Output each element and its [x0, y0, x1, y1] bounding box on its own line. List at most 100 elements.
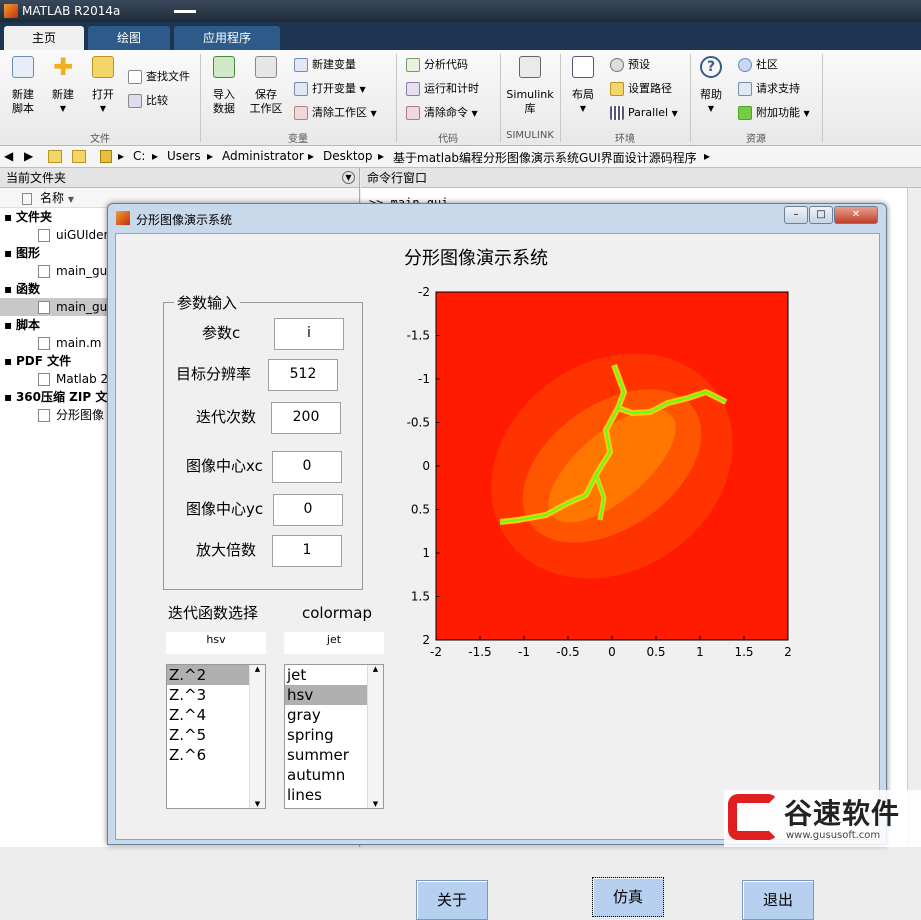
iter-func-listbox[interactable]: Z.^2 Z.^3 Z.^4 Z.^5 Z.^6 ▲ ▼ [166, 664, 266, 809]
new-button[interactable]: ✚ 新建 ▼ [46, 55, 80, 116]
command-window-scrollbar[interactable] [907, 188, 921, 847]
list-item[interactable]: Z.^2 [167, 665, 250, 685]
breadcrumb-separator: ▸ [378, 149, 385, 163]
tab-home[interactable]: 主页 [4, 26, 84, 50]
minimize-icon[interactable]: – [784, 206, 808, 224]
breadcrumb-item[interactable]: Administrator [222, 149, 304, 163]
list-item[interactable]: Z.^5 [167, 725, 250, 745]
minimize-icon[interactable] [174, 10, 196, 13]
tree-file-label: main.m [56, 336, 102, 350]
watermark: 谷速软件 www.gususoft.com [724, 790, 921, 847]
list-item[interactable]: spring [285, 725, 368, 745]
simulate-button[interactable]: 仿真 [592, 877, 664, 917]
run-and-time-button[interactable]: 运行和计时 [406, 80, 479, 98]
forward-icon[interactable]: ▶ [24, 149, 33, 163]
tree-group-label: 函数 [15, 282, 40, 296]
collapse-icon[interactable]: ▪ [4, 354, 16, 368]
collapse-icon[interactable]: ▪ [4, 246, 16, 260]
breadcrumb-separator: ▸ [118, 149, 125, 163]
new-script-button[interactable]: 新建 脚本 [6, 56, 40, 116]
new-variable-button[interactable]: 新建变量 [294, 56, 356, 74]
community-button[interactable]: 社区 [738, 56, 778, 74]
breadcrumb-separator: ▸ [207, 149, 214, 163]
x-tick-label: 0 [608, 645, 616, 659]
simulink-library-button[interactable]: Simulink 库 [504, 56, 556, 116]
open-button[interactable]: 打开 ▼ [86, 56, 120, 116]
breadcrumb-item[interactable]: Desktop [323, 149, 373, 163]
analyze-code-button[interactable]: 分析代码 [406, 56, 468, 74]
layout-icon [572, 56, 594, 78]
import-data-button[interactable]: 导入 数据 [206, 56, 242, 116]
set-path-button[interactable]: 设置路径 [610, 80, 672, 98]
add-ons-button[interactable]: 附加功能 ▼ [738, 104, 810, 122]
import-data-icon [213, 56, 235, 78]
param-input[interactable]: 1 [272, 535, 342, 567]
chevron-down-icon: ▼ [59, 104, 67, 113]
param-input[interactable]: 0 [273, 494, 343, 526]
list-item[interactable]: jet [285, 665, 368, 685]
param-label: 参数c [202, 324, 241, 342]
chevron-down-icon: ▼ [471, 109, 478, 118]
list-item[interactable]: summer [285, 745, 368, 765]
tab-plots[interactable]: 绘图 [88, 26, 170, 50]
open-variable-icon [294, 82, 308, 96]
tab-apps[interactable]: 应用程序 [174, 26, 280, 50]
breadcrumb-item[interactable]: 基于matlab编程分形图像演示系统GUI界面设计源码程序 [393, 149, 697, 166]
layout-button[interactable]: 布局 ▼ [566, 56, 600, 116]
clear-commands-button[interactable]: 清除命令 ▼ [406, 104, 478, 122]
exit-button[interactable]: 退出 [742, 880, 814, 920]
collapse-icon[interactable]: ▪ [4, 318, 16, 332]
param-input[interactable]: i [274, 318, 344, 350]
list-item[interactable]: lines [285, 785, 368, 805]
list-item[interactable]: gray [285, 705, 368, 725]
collapse-icon[interactable]: ▪ [4, 390, 16, 404]
browse-folder-icon[interactable] [72, 150, 86, 163]
clear-workspace-button[interactable]: 清除工作区 ▼ [294, 104, 377, 122]
param-input[interactable]: 200 [271, 402, 341, 434]
fractal-plot: -2 -1.5 -1 -0.5 0 0.5 1 1.5 2 -2 -1.5 -1 -0.5 0 0.5 1 1… [407, 285, 792, 659]
about-button[interactable]: 关于 [416, 880, 488, 920]
ribbon-toolstrip: 新建 脚本 ✚ 新建 ▼ 打开 ▼ 查找文件 比较 文件 导入 数据 保存 工作… [0, 50, 921, 146]
compare-button[interactable]: 比较 [128, 92, 168, 110]
maximize-icon[interactable]: □ [809, 206, 833, 224]
new-variable-icon [294, 58, 308, 72]
list-item[interactable]: Z.^4 [167, 705, 250, 725]
list-item[interactable]: hsv [285, 685, 368, 705]
y-tick-label: 2 [422, 633, 430, 647]
param-input[interactable]: 0 [272, 451, 342, 483]
collapse-icon[interactable]: ▪ [4, 210, 16, 224]
file-icon [38, 337, 50, 350]
preferences-button[interactable]: 预设 [610, 56, 650, 74]
group-divider [396, 54, 397, 142]
chevron-down-icon: ▼ [671, 109, 678, 118]
colormap-listbox[interactable]: jet hsv gray spring summer autumn lines ▲ ▼ [284, 664, 384, 809]
column-label: 名称 [40, 191, 65, 205]
find-files-button[interactable]: 查找文件 [128, 68, 190, 86]
up-folder-icon[interactable] [48, 150, 62, 163]
close-icon[interactable]: ✕ [834, 206, 878, 224]
listbox-scrollbar[interactable]: ▲ ▼ [367, 665, 383, 808]
listbox-scrollbar[interactable]: ▲ ▼ [249, 665, 265, 808]
analyze-code-icon [406, 58, 420, 72]
y-tick-label: -0.5 [407, 416, 430, 430]
parallel-button[interactable]: Parallel ▼ [610, 104, 678, 122]
group-divider [200, 54, 201, 142]
help-button[interactable]: ? 帮助 ▼ [696, 56, 726, 116]
compare-icon [128, 94, 142, 108]
file-icon [38, 373, 50, 386]
panel-menu-icon[interactable]: ▼ [342, 171, 355, 184]
list-item[interactable]: Z.^3 [167, 685, 250, 705]
tree-file-label: main_gui [56, 264, 111, 278]
breadcrumb-item[interactable]: C: [133, 149, 145, 163]
collapse-icon[interactable]: ▪ [4, 282, 16, 296]
x-tick-label: -1 [518, 645, 530, 659]
list-item[interactable]: Z.^6 [167, 745, 250, 765]
list-item[interactable]: autumn [285, 765, 368, 785]
save-workspace-button[interactable]: 保存 工作区 [246, 56, 286, 116]
breadcrumb-item[interactable]: Users [167, 149, 201, 163]
open-variable-button[interactable]: 打开变量 ▼ [294, 80, 366, 98]
back-icon[interactable]: ◀ [4, 149, 13, 163]
figure-title-bar: 分形图像演示系统 – □ ✕ [108, 204, 886, 232]
param-input[interactable]: 512 [268, 359, 338, 391]
request-support-button[interactable]: 请求支持 [738, 80, 800, 98]
